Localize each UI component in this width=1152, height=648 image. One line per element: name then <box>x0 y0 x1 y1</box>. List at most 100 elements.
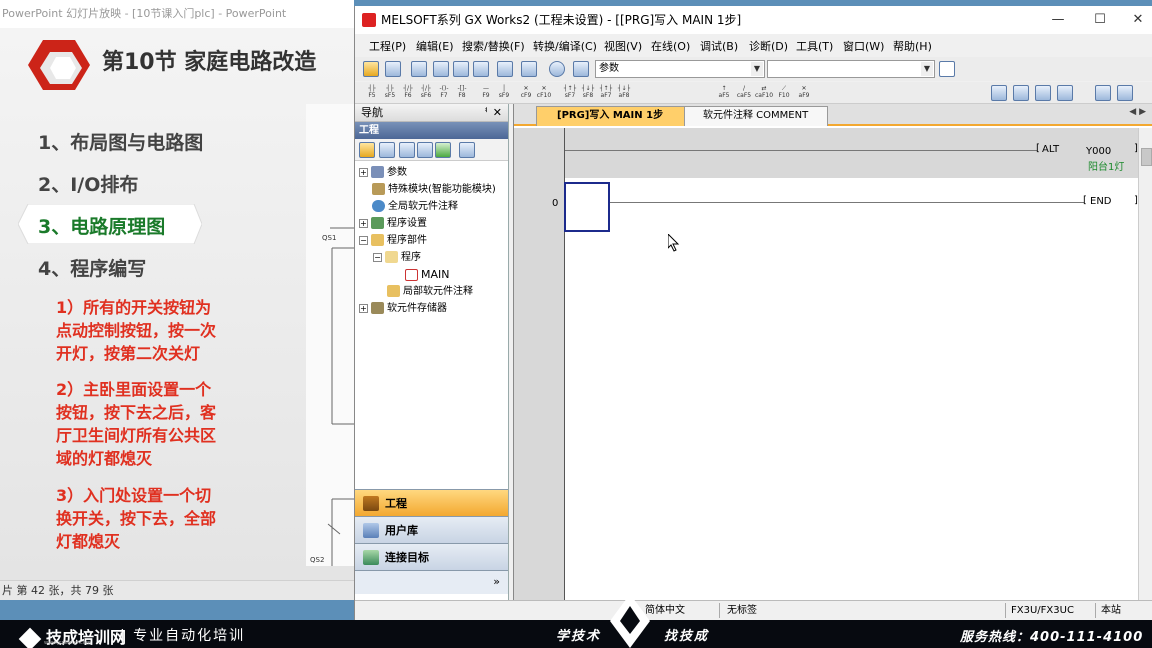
nav-copy-icon[interactable] <box>379 142 395 158</box>
minimize-button[interactable]: — <box>1039 6 1077 34</box>
falling-contact-button[interactable]: ┤↓├ sF8 <box>579 85 597 101</box>
invert-button[interactable]: / caF5 <box>735 85 753 101</box>
menu-online[interactable]: 在线(O) <box>651 38 690 54</box>
copy-icon[interactable] <box>1013 85 1029 101</box>
project-tree: + 参数 特殊模块(智能功能模块) 全局软元件注释 + 程序设置 − 程序部件 − 程序… <box>355 161 508 481</box>
expand-icon[interactable]: + <box>359 167 368 177</box>
maximize-button[interactable]: ☐ <box>1081 6 1119 34</box>
expand-icon[interactable]: + <box>359 218 368 228</box>
menu-tools[interactable]: 工具(T) <box>796 38 833 54</box>
coil-button[interactable]: -()- F7 <box>435 85 453 101</box>
hline-button[interactable]: — F9 <box>477 85 495 101</box>
nav-button-project[interactable]: 工程 <box>355 489 508 516</box>
nav-options-icon[interactable] <box>459 142 475 158</box>
menu-diagnostics[interactable]: 诊断(D) <box>749 38 788 54</box>
save-icon[interactable] <box>411 61 427 77</box>
device-comment-icon[interactable] <box>1095 85 1111 101</box>
tab-device-comment[interactable]: 软元件注释 COMMENT <box>684 106 828 126</box>
device-y000[interactable]: Y000 <box>1086 146 1111 157</box>
note-1-line: 1）所有的开关按钮为 <box>56 298 212 317</box>
comment-icon <box>372 200 385 212</box>
nav-paste-icon[interactable] <box>399 142 415 158</box>
menu-view[interactable]: 视图(V) <box>604 38 642 54</box>
close-button[interactable]: ✕ <box>1119 6 1152 34</box>
module-icon <box>372 183 385 195</box>
nav-bottom-buttons: 工程 用户库 连接目标 » <box>355 489 508 594</box>
cut-icon[interactable] <box>991 85 1007 101</box>
vline-button[interactable]: │ sF9 <box>495 85 513 101</box>
device-read-icon[interactable] <box>433 61 449 77</box>
slide-canvas: 第10节 家庭电路改造 1、布局图与电路图 2、I/O排布 3、电路原理图 4、… <box>0 28 354 580</box>
contact-nc-parallel-button[interactable]: ┤/├ sF6 <box>417 85 435 101</box>
monitor-icon[interactable] <box>497 61 513 77</box>
open-icon[interactable] <box>385 61 401 77</box>
tree-item-device-memory[interactable]: + 软元件存储器 <box>359 301 447 317</box>
instruction-button[interactable]: -[]- F8 <box>453 85 471 101</box>
statement-icon[interactable] <box>1117 85 1133 101</box>
collapse-icon[interactable]: − <box>359 235 368 245</box>
device-verify-icon[interactable] <box>473 61 489 77</box>
delete-hline-button[interactable]: ✕ cF9 <box>517 85 535 101</box>
note-3-line: 换开关，按下去，全部 <box>56 509 217 528</box>
device-comment-y000: 阳台1灯 <box>1088 162 1125 173</box>
menu-help[interactable]: 帮助(H) <box>893 38 932 54</box>
menu-window[interactable]: 窗口(W) <box>843 38 884 54</box>
contact-nc-button[interactable]: ┤/├ F6 <box>399 85 417 101</box>
tree-item-special-module[interactable]: 特殊模块(智能功能模块) <box>372 182 496 198</box>
nav-button-connection[interactable]: 连接目标 <box>355 543 508 570</box>
status-bar: 简体中文 无标签 FX3U/FX3UC 本站 <box>355 600 1152 620</box>
page-icon[interactable] <box>939 61 955 77</box>
menu-debug[interactable]: 调试(B) <box>700 38 738 54</box>
menu-find-replace[interactable]: 搜索/替换(F) <box>462 38 525 54</box>
status-label: 无标签 <box>727 605 757 616</box>
rising-contact-button[interactable]: ┤↑├ sF7 <box>561 85 579 101</box>
vertical-scrollbar[interactable] <box>1138 128 1152 600</box>
nav-button-label: 工程 <box>385 497 407 510</box>
device-batch-icon[interactable] <box>521 61 537 77</box>
falling-parallel-button[interactable]: ┤↓├ aF8 <box>615 85 633 101</box>
delete-vline-button[interactable]: ✕ cF10 <box>535 85 553 101</box>
tab-prg-main[interactable]: [PRG]写入 MAIN 1步 ✕ <box>536 106 702 126</box>
device-write-icon[interactable] <box>453 61 469 77</box>
rising-parallel-button[interactable]: ┤↑├ aF7 <box>597 85 615 101</box>
parameter-combo[interactable]: 参数 ▼ <box>595 60 765 78</box>
collapse-icon[interactable]: − <box>373 252 382 262</box>
tree-item-local-comment[interactable]: 局部软元件注释 <box>387 284 473 300</box>
toc-item-programming: 4、程序编写 <box>38 258 147 280</box>
operation-result-button[interactable]: ↑ aF5 <box>715 85 733 101</box>
tree-item-global-comment[interactable]: 全局软元件注释 <box>372 199 458 215</box>
menu-project[interactable]: 工程(P) <box>369 38 406 54</box>
binoculars-icon[interactable] <box>573 61 589 77</box>
line-delete-button[interactable]: ✕ aF9 <box>795 85 813 101</box>
close-icon[interactable]: ✕ <box>493 104 502 122</box>
new-project-icon[interactable] <box>363 61 379 77</box>
property-icon[interactable] <box>417 142 433 158</box>
refresh-icon[interactable] <box>435 142 451 158</box>
contact-no-button[interactable]: ┤├ F5 <box>363 85 381 101</box>
more-icon[interactable]: » <box>355 570 508 594</box>
tree-item-parameter[interactable]: + 参数 <box>359 165 407 181</box>
tab-scroll-arrows[interactable]: ◀ ▶ <box>1129 107 1146 117</box>
program-combo[interactable]: ▼ <box>767 60 935 78</box>
expand-icon[interactable]: + <box>359 303 368 313</box>
pin-icon[interactable]: ᅧ <box>480 104 488 122</box>
help-icon[interactable] <box>549 61 565 77</box>
tree-item-program[interactable]: − 程序 <box>373 250 421 266</box>
contact-parallel-button[interactable]: ┤├ sF5 <box>381 85 399 101</box>
tree-item-program-parts[interactable]: − 程序部件 <box>359 233 427 249</box>
nav-button-user-library[interactable]: 用户库 <box>355 516 508 543</box>
line-input-button[interactable]: ⟋ F10 <box>775 85 793 101</box>
paste-icon[interactable] <box>1035 85 1051 101</box>
menu-edit[interactable]: 编辑(E) <box>416 38 454 54</box>
tree-item-program-setting[interactable]: + 程序设置 <box>359 216 427 232</box>
menu-convert-compile[interactable]: 转换/编译(C) <box>533 38 597 54</box>
undo-icon[interactable] <box>1057 85 1073 101</box>
scrollbar-thumb[interactable] <box>1141 148 1152 166</box>
new-data-icon[interactable] <box>359 142 375 158</box>
instruction-alt[interactable]: ALT <box>1042 144 1059 155</box>
convert-button[interactable]: ⇄ caF10 <box>755 85 773 101</box>
instruction-end[interactable]: END <box>1090 196 1112 207</box>
tree-item-label: 程序设置 <box>387 218 427 229</box>
tree-item-main[interactable]: MAIN <box>405 267 450 283</box>
ladder-canvas[interactable]: [ ALT Y000 阳台1灯 ] 0 [ END ] <box>514 128 1138 600</box>
